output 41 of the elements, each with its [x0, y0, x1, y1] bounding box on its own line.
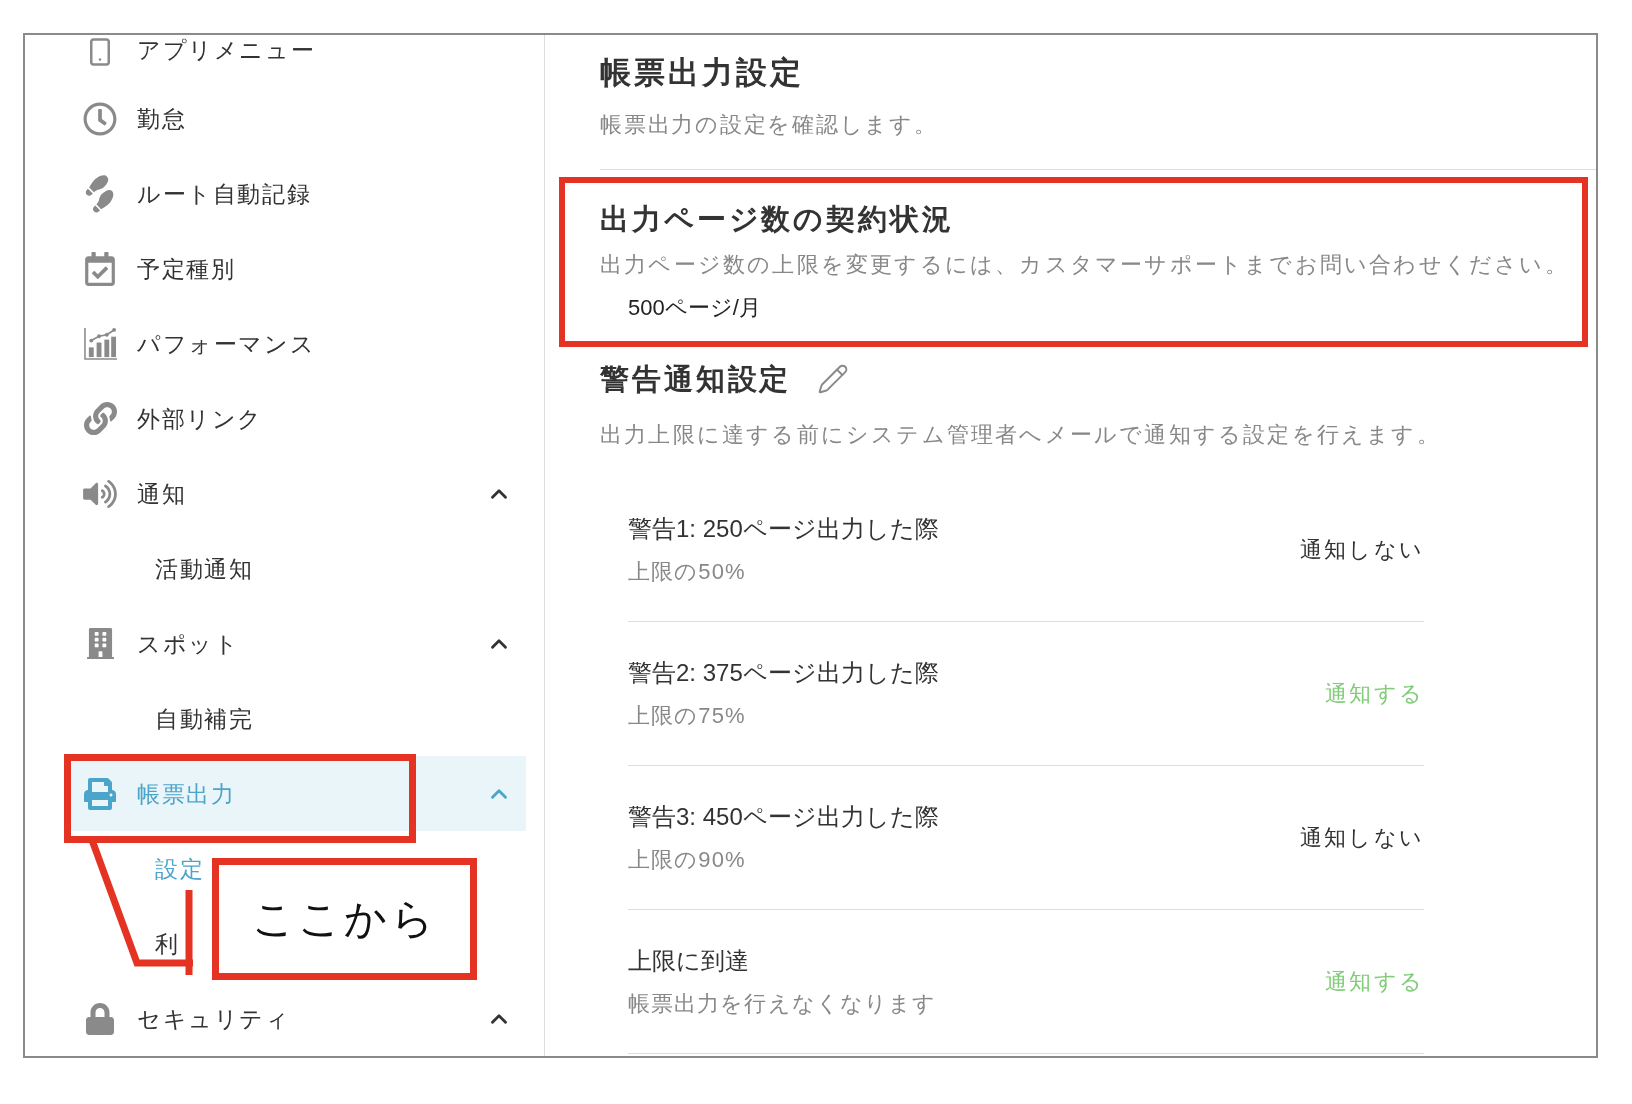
lock-icon — [86, 1002, 114, 1035]
nav-item[interactable]: ルート自動記録 — [64, 156, 526, 231]
page-limit-value: 500ページ/月 — [628, 294, 761, 322]
nav-item[interactable]: 通知 — [64, 456, 526, 531]
page-title: 帳票出力設定 — [600, 54, 806, 92]
warning-title: 警告2: 375ページ出力した際 — [628, 658, 939, 688]
nav-item[interactable]: 外部リンク — [64, 381, 526, 456]
section-description: 出力上限に達する前にシステム管理者へメールで通知する設定を行えます。 — [600, 421, 1442, 449]
warning-threshold: 上限の90% — [628, 846, 747, 874]
notify-status: 通知する — [1325, 679, 1424, 708]
nav-item[interactable]: 勤怠 — [64, 81, 526, 156]
nav-item[interactable]: スポット — [64, 606, 526, 681]
nav-subitem[interactable]: 自動補完 — [155, 703, 254, 734]
section-heading: 出力ページ数の契約状況 — [600, 202, 955, 237]
building-icon — [86, 628, 114, 659]
link-icon — [83, 402, 117, 435]
section-heading: 警告通知設定 — [600, 362, 792, 397]
warning-threshold: 帳票出力を行えなくなります — [628, 990, 937, 1018]
printer-icon — [84, 777, 116, 810]
annotation-callout: ここから — [212, 858, 477, 980]
nav-item[interactable]: 予定種別 — [64, 231, 526, 306]
nav-item[interactable]: アプリメニュー — [64, 35, 526, 81]
nav-subitem[interactable]: 利 — [155, 928, 180, 959]
calendar-check-icon — [85, 251, 115, 286]
nav-item[interactable]: パフォーマンス — [64, 306, 526, 381]
notify-status: 通知しない — [1300, 535, 1424, 564]
notify-status: 通知する — [1325, 967, 1424, 996]
notify-status: 通知しない — [1300, 823, 1424, 852]
nav-item[interactable]: セキュリティ — [64, 981, 526, 1056]
warning-threshold: 上限の50% — [628, 558, 747, 586]
warning-title: 警告1: 250ページ出力した際 — [628, 514, 939, 544]
nav-subitem[interactable]: 活動通知 — [155, 553, 254, 584]
speaker-icon — [83, 478, 117, 509]
section-note: 出力ページ数の上限を変更するには、カスタマーサポートまでお問い合わせください。 — [600, 251, 1570, 279]
warning-title: 警告3: 450ページ出力した際 — [628, 802, 939, 832]
pencil-icon[interactable] — [817, 363, 850, 395]
bar-chart-icon — [83, 327, 117, 360]
page-description: 帳票出力の設定を確認します。 — [600, 111, 939, 139]
clock-icon — [83, 101, 117, 136]
warning-threshold: 上限の75% — [628, 702, 747, 730]
warning-title: 上限に到達 — [628, 946, 750, 976]
